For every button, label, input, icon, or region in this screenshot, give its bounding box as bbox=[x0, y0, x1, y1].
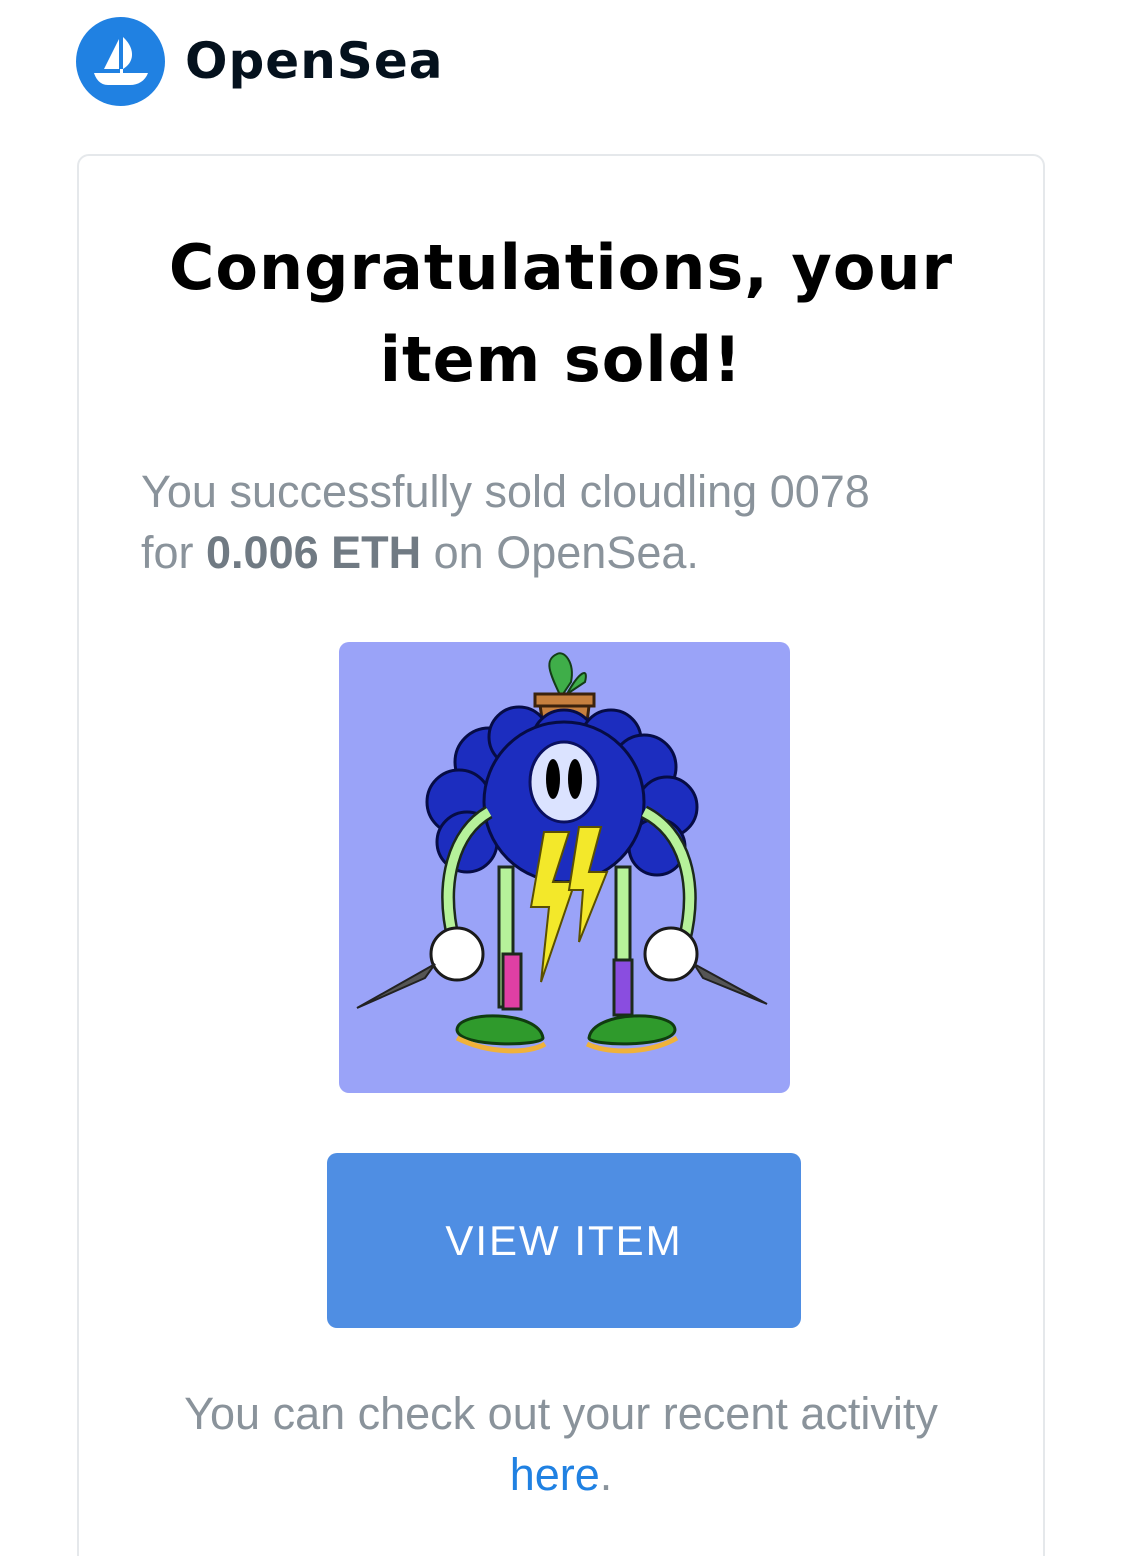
footer-text: You can check out your recent activity bbox=[184, 1388, 938, 1439]
title-line-1: Congratulations, your bbox=[168, 231, 954, 304]
message-suffix: on OpenSea. bbox=[421, 527, 699, 578]
activity-link[interactable]: here bbox=[510, 1449, 600, 1500]
brand-name: OpenSea bbox=[185, 32, 444, 90]
opensea-logo-icon bbox=[76, 16, 165, 106]
nft-image[interactable] bbox=[339, 642, 790, 1093]
notification-card: Congratulations, your item sold! You suc… bbox=[77, 154, 1045, 1556]
message-for: for bbox=[141, 527, 207, 578]
sale-amount: 0.006 ETH bbox=[206, 527, 422, 578]
message-prefix: You successfully sold cloudling 0078 bbox=[141, 466, 870, 517]
header: OpenSea bbox=[76, 16, 443, 106]
activity-message: You can check out your recent activity h… bbox=[79, 1383, 1043, 1505]
view-item-button[interactable]: VIEW ITEM bbox=[327, 1153, 801, 1328]
footer-period: . bbox=[599, 1449, 613, 1500]
sale-message: You successfully sold cloudling 0078 for… bbox=[141, 461, 981, 583]
page-title: Congratulations, your item sold! bbox=[79, 222, 1043, 406]
email-page: OpenSea Congratulations, your item sold!… bbox=[0, 0, 1125, 1556]
title-line-2: item sold! bbox=[379, 323, 743, 396]
